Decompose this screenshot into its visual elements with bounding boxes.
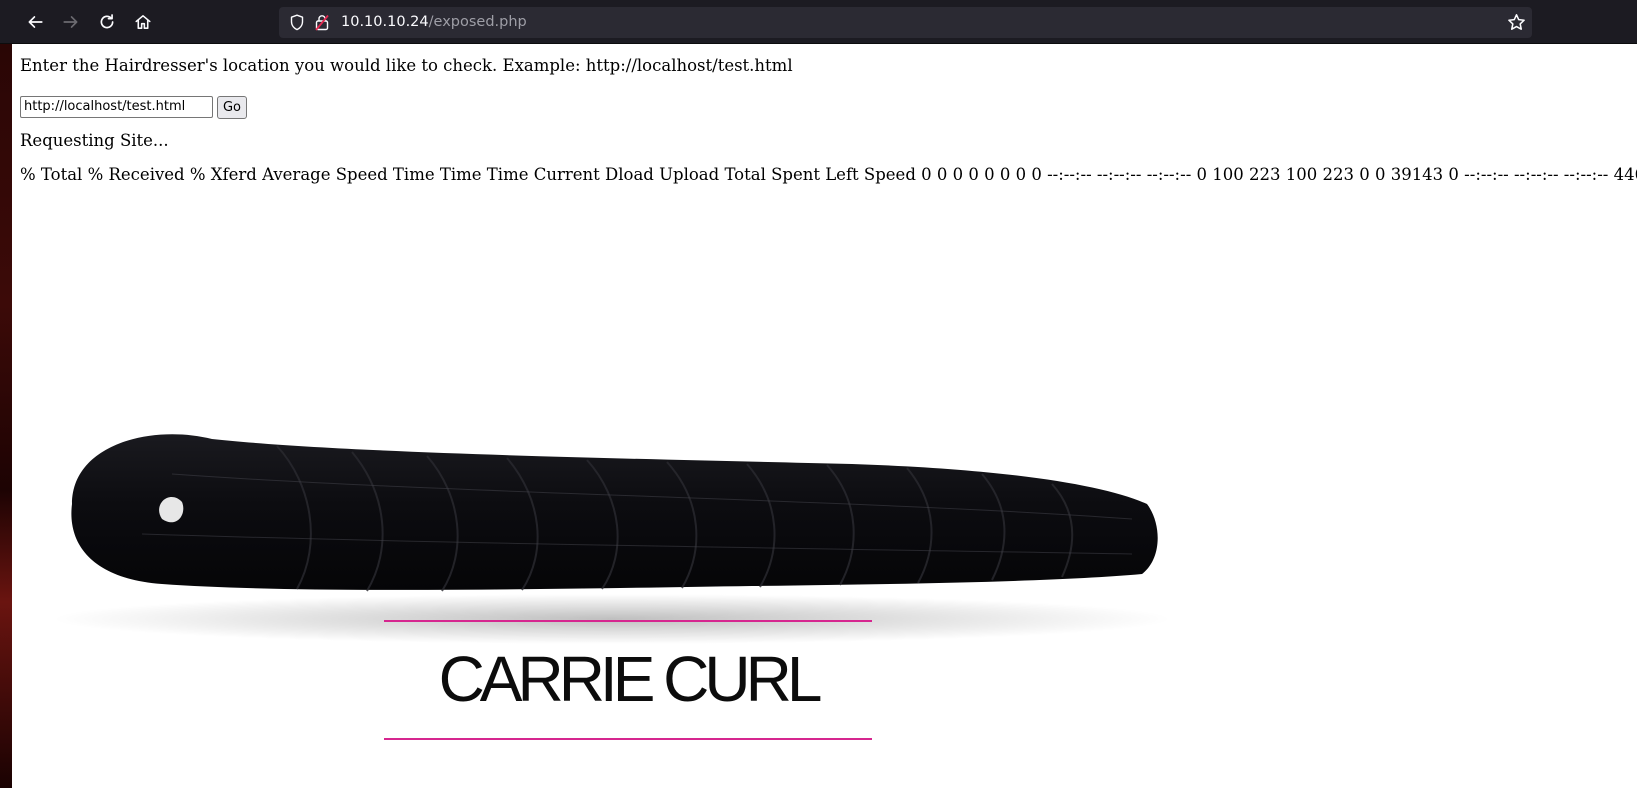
reload-button[interactable] [92,7,122,37]
request-status: Requesting Site... [20,131,169,150]
url-text[interactable]: 10.10.10.24/exposed.php [341,13,527,32]
star-icon[interactable] [1507,13,1526,32]
browser-toolbar: 10.10.10.24/exposed.php [0,0,1637,44]
page-content: Enter the Hairdresser's location you wou… [12,44,1637,788]
brand-divider-top [384,620,872,622]
brand-name: CARRIE CURL [438,643,823,715]
home-icon [135,15,151,29]
url-input[interactable]: http://localhost/test.html [20,96,213,118]
reload-icon [100,14,114,29]
address-bar[interactable]: 10.10.10.24/exposed.php [279,7,1532,38]
arrow-left-icon [28,16,43,28]
desktop-background-edge [0,44,12,788]
url-host: 10.10.10.24 [341,14,429,30]
url-path: /exposed.php [428,14,527,30]
back-button[interactable] [20,7,50,37]
form-prompt: Enter the Hairdresser's location you wou… [20,56,793,75]
curl-output: % Total % Received % Xferd Average Speed… [20,165,1637,184]
brand-divider-bottom [384,738,872,740]
go-button[interactable]: Go [217,96,247,119]
insecure-lock-icon[interactable] [315,14,329,31]
hair-extension-image [52,434,1172,644]
shield-icon[interactable] [289,14,305,31]
arrow-right-icon [63,16,78,28]
home-button[interactable] [128,7,158,37]
forward-button[interactable] [56,7,86,37]
